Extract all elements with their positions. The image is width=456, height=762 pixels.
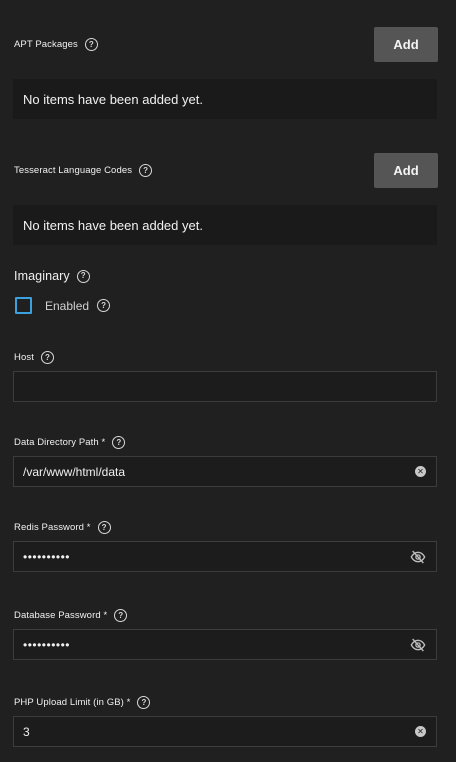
redis-password-label: Redis Password *: [14, 522, 91, 533]
imaginary-enabled-checkbox[interactable]: [15, 297, 32, 314]
help-icon[interactable]: ?: [139, 164, 153, 177]
eye-off-icon[interactable]: [410, 637, 426, 653]
help-icon[interactable]: ?: [97, 521, 111, 534]
tesseract-empty-message: No items have been added yet.: [13, 205, 437, 245]
clear-icon[interactable]: ✕: [415, 726, 426, 737]
imaginary-label-row: Imaginary ?: [14, 269, 90, 283]
help-icon[interactable]: ?: [84, 38, 98, 51]
imaginary-label: Imaginary: [14, 269, 70, 283]
tesseract-add-button[interactable]: Add: [374, 153, 438, 188]
php-upload-input[interactable]: 3 ✕: [13, 716, 437, 747]
redis-password-value[interactable]: ••••••••••: [23, 550, 410, 564]
redis-password-input[interactable]: ••••••••••: [13, 541, 437, 572]
php-upload-label-row: PHP Upload Limit (in GB) * ?: [14, 696, 151, 709]
php-upload-label: PHP Upload Limit (in GB) *: [14, 697, 131, 708]
host-label-row: Host ?: [14, 351, 54, 364]
clear-icon[interactable]: ✕: [415, 466, 426, 477]
php-upload-value[interactable]: 3: [23, 725, 415, 739]
db-password-label-row: Database Password * ?: [14, 609, 128, 622]
redis-password-label-row: Redis Password * ?: [14, 521, 111, 534]
tesseract-label-row: Tesseract Language Codes ?: [14, 164, 153, 177]
db-password-value[interactable]: ••••••••••: [23, 638, 410, 652]
imaginary-enabled-label[interactable]: Enabled: [45, 299, 89, 313]
host-input[interactable]: [13, 371, 437, 402]
help-icon[interactable]: ?: [40, 351, 54, 364]
data-dir-label: Data Directory Path *: [14, 437, 106, 448]
apt-packages-empty-message: No items have been added yet.: [13, 79, 437, 119]
apt-packages-label-row: APT Packages ?: [14, 38, 98, 51]
help-icon[interactable]: ?: [112, 436, 126, 449]
help-icon[interactable]: ?: [76, 269, 90, 283]
data-dir-value[interactable]: /var/www/html/data: [23, 465, 415, 479]
db-password-label: Database Password *: [14, 610, 108, 621]
data-dir-label-row: Data Directory Path * ?: [14, 436, 126, 449]
imaginary-enabled-row[interactable]: Enabled ?: [15, 297, 111, 314]
tesseract-label: Tesseract Language Codes: [14, 165, 133, 176]
help-icon[interactable]: ?: [97, 299, 111, 312]
apt-packages-label: APT Packages: [14, 39, 78, 50]
help-icon[interactable]: ?: [114, 609, 128, 622]
host-label: Host: [14, 352, 34, 363]
app-form: APT Packages ? Add No items have been ad…: [0, 0, 456, 762]
db-password-input[interactable]: ••••••••••: [13, 629, 437, 660]
eye-off-icon[interactable]: [410, 549, 426, 565]
apt-packages-add-button[interactable]: Add: [374, 27, 438, 62]
data-dir-input[interactable]: /var/www/html/data ✕: [13, 456, 437, 487]
help-icon[interactable]: ?: [137, 696, 151, 709]
